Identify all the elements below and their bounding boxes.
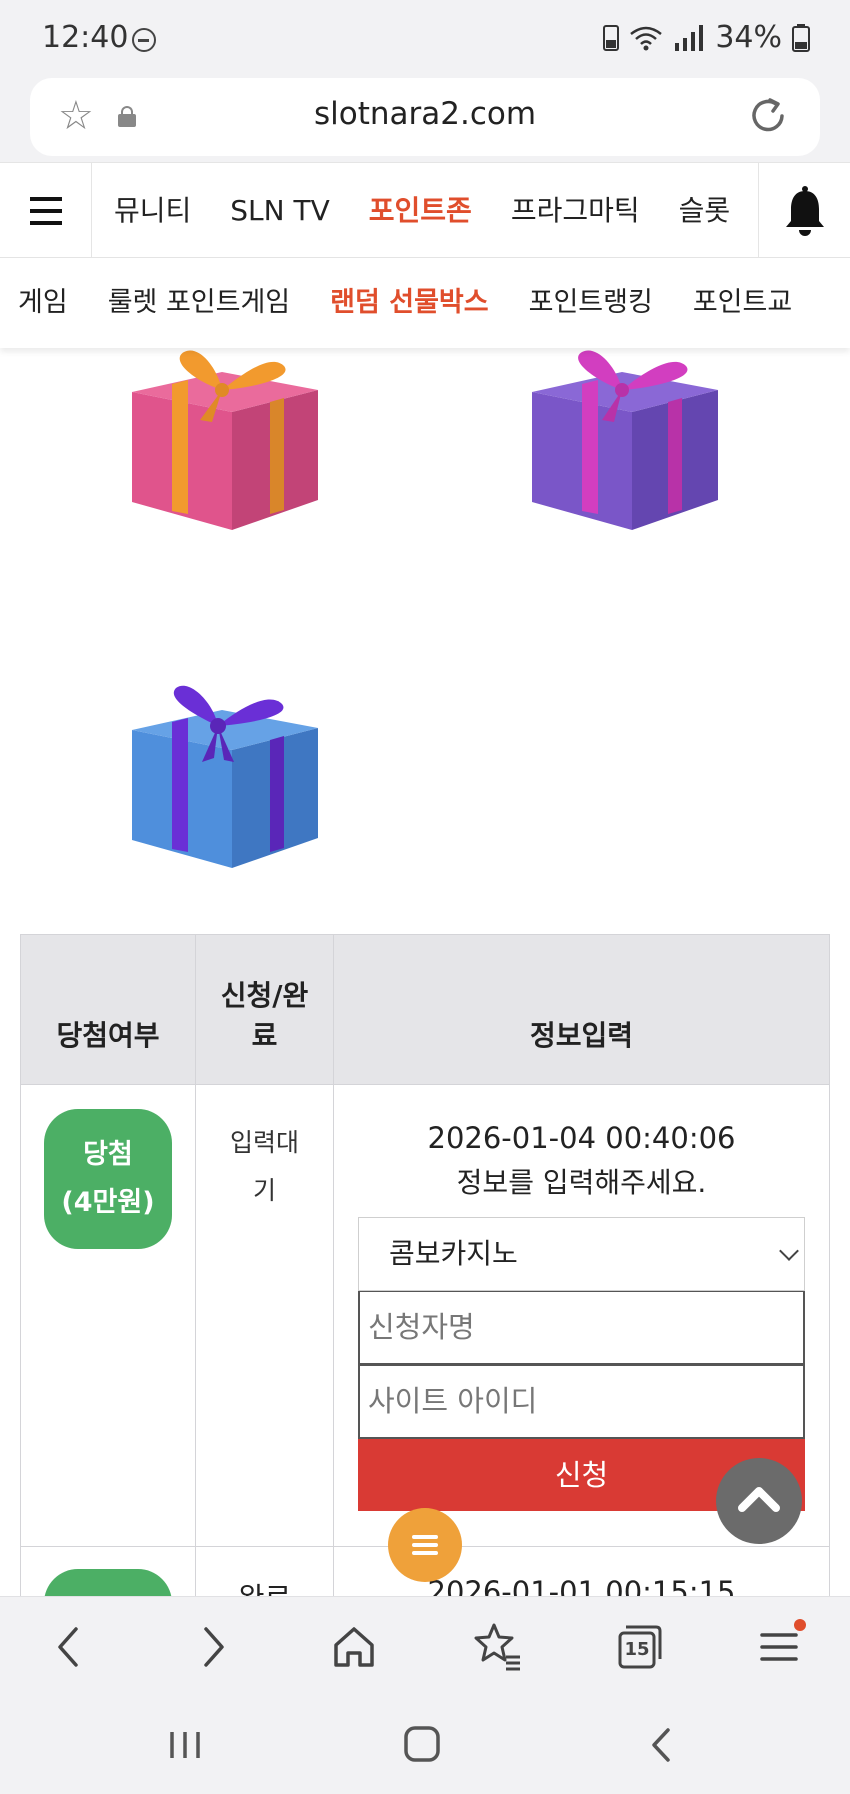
status-cell: 입력대 기: [195, 1084, 334, 1547]
scroll-to-top-button[interactable]: [716, 1458, 802, 1544]
url-text[interactable]: slotnara2.com: [30, 96, 820, 132]
site-id-input[interactable]: 사이트 아이디: [358, 1365, 805, 1439]
subnav-item-point-exchange[interactable]: 포인트교: [693, 258, 792, 348]
battery-percent: 34%: [715, 20, 782, 55]
nav-item-community[interactable]: 뮤니티: [114, 163, 191, 257]
header-result: 당첨여부: [20, 934, 196, 1085]
win-badge-label: 당첨: [83, 1139, 133, 1170]
forward-icon[interactable]: [182, 1617, 242, 1677]
applicant-name-input[interactable]: 신청자명: [358, 1291, 805, 1365]
recent-apps-icon[interactable]: [160, 1720, 210, 1770]
notification-bell-icon[interactable]: [758, 163, 850, 257]
gift-box-purple[interactable]: [528, 348, 728, 530]
nav-item-point-zone[interactable]: 포인트존: [369, 163, 472, 257]
back-icon[interactable]: [40, 1617, 100, 1677]
bookmarks-icon[interactable]: [466, 1617, 526, 1677]
chevron-up-icon: [738, 1487, 780, 1512]
hamburger-menu-icon[interactable]: [0, 163, 92, 257]
result-cell: 당첨 (4만원): [20, 1084, 196, 1547]
do-not-disturb-icon: [132, 28, 156, 52]
site-select-value: 콤보카지노: [389, 1237, 518, 1270]
subnav-item-roulette[interactable]: 룰렛 포인트게임: [108, 258, 290, 348]
table-row: 당첨 (4만원) 입력대 기 2026-01-04 00:40:06 정보를 입…: [20, 1084, 830, 1547]
status-text-line2: 기: [252, 1176, 276, 1205]
win-badge: [44, 1569, 172, 1596]
wifi-icon: [630, 26, 663, 50]
subnav-item-random-giftbox[interactable]: 랜덤 선물박스: [330, 258, 488, 348]
primary-nav-items: 뮤니티 SLN TV 포인트존 프라그마틱 슬롯: [92, 163, 757, 257]
subnav-item-game[interactable]: 게임: [18, 258, 68, 348]
reload-icon[interactable]: [746, 94, 790, 138]
main-content: 당첨여부 신청/완 료 정보입력 당첨 (4만원) 입력대 기 2026-01-…: [0, 348, 850, 1596]
status-text-line1: 입력대: [229, 1128, 299, 1157]
gift-box-pink[interactable]: [122, 348, 322, 530]
header-info: 정보입력: [333, 934, 830, 1085]
primary-nav: 뮤니티 SLN TV 포인트존 프라그마틱 슬롯: [0, 162, 850, 258]
tab-count: 15: [624, 1639, 650, 1660]
header-status: 신청/완 료: [195, 934, 334, 1085]
header-status-line1: 신청/완: [220, 979, 309, 1012]
win-badge-amount: (4만원): [61, 1187, 155, 1218]
prize-table: 당첨여부 신청/완 료 정보입력 당첨 (4만원) 입력대 기 2026-01-…: [20, 934, 830, 1596]
status-text: 완료: [196, 1575, 333, 1596]
nav-item-pragmatic[interactable]: 프라그마틱: [511, 163, 640, 257]
system-navigation-bar: [0, 1698, 850, 1794]
status-bar: 12:40 34%: [0, 0, 850, 78]
battery-saver-icon: [603, 24, 620, 51]
menu-icon[interactable]: [750, 1617, 810, 1677]
address-bar[interactable]: ☆ slotnara2.com: [30, 78, 820, 156]
subnav-item-point-ranking[interactable]: 포인트랭킹: [529, 258, 653, 348]
tabs-button[interactable]: 15: [608, 1617, 668, 1677]
status-cell: 완료: [195, 1546, 334, 1596]
battery-icon: [792, 23, 810, 52]
floating-menu-button[interactable]: [388, 1508, 462, 1582]
browser-toolbar: 15: [0, 1596, 850, 1698]
gift-box-blue[interactable]: [122, 678, 322, 868]
chevron-down-icon: [779, 1241, 799, 1261]
win-badge: 당첨 (4만원): [44, 1109, 172, 1249]
system-back-icon[interactable]: [638, 1720, 688, 1770]
status-time: 12:40: [42, 20, 129, 55]
info-prompt: 정보를 입력해주세요.: [456, 1166, 707, 1199]
header-status-line2: 료: [251, 1019, 278, 1052]
site-select[interactable]: 콤보카지노: [358, 1217, 805, 1291]
page: 12:40 34% ☆ slotnara2.com 뮤니티 SLN TV 포인트…: [0, 0, 850, 1794]
signal-icon: [673, 24, 705, 51]
nav-item-sln-tv[interactable]: SLN TV: [230, 163, 329, 257]
home-icon[interactable]: [324, 1617, 384, 1677]
row-datetime: 2026-01-04 00:40:06: [427, 1121, 736, 1155]
nav-item-slot[interactable]: 슬롯: [679, 163, 731, 257]
home-system-icon[interactable]: [398, 1718, 448, 1772]
secondary-nav: 게임 룰렛 포인트게임 랜덤 선물박스 포인트랭킹 포인트교: [0, 258, 850, 348]
result-cell: [20, 1546, 196, 1596]
status-right: 34%: [603, 20, 810, 55]
